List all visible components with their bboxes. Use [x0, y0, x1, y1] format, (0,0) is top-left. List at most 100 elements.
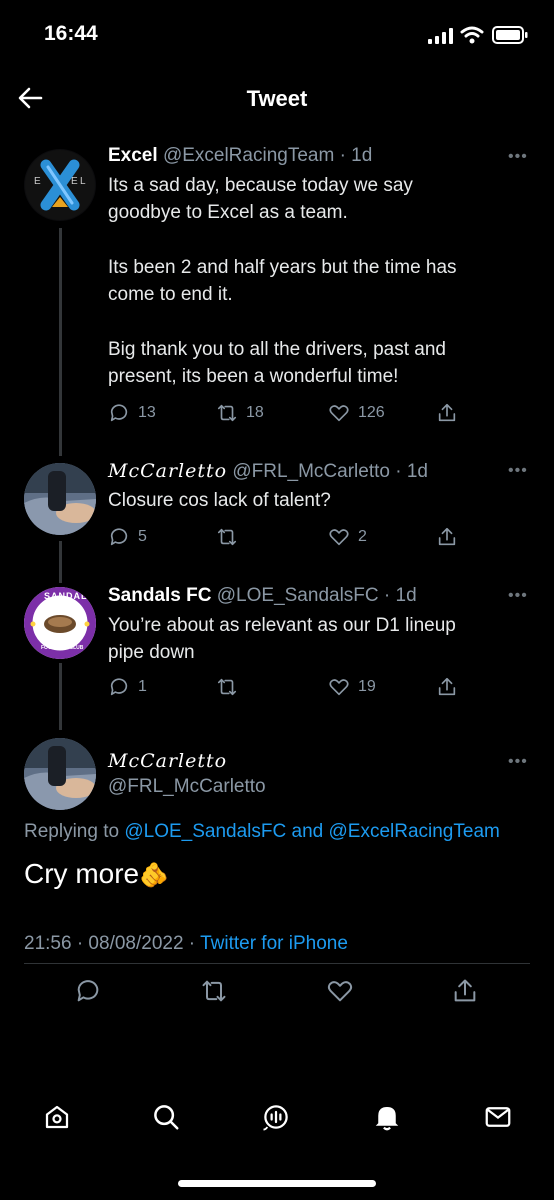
text-line: You’re about as relevant as our D1 lineu…: [108, 615, 456, 636]
notifications-icon[interactable]: [372, 1102, 402, 1132]
tweet-source[interactable]: Twitter for iPhone: [200, 933, 348, 954]
crest-text-bottom: FOOTBALL CLUB: [41, 645, 84, 651]
avatar-letter: L: [80, 176, 86, 187]
thread-connector: [59, 541, 62, 583]
text-line: Big thank you to all the drivers, past a…: [108, 339, 446, 360]
tweet-header: Sandals FC @LOE_SandalsFC · 1d: [108, 585, 417, 607]
like-button[interactable]: 19: [328, 676, 376, 698]
like-count: 2: [358, 528, 367, 545]
share-button[interactable]: [436, 526, 458, 548]
avatar-photo: [24, 463, 96, 535]
tweet-text: You’re about as relevant as our D1 lineu…: [108, 612, 528, 666]
retweet-button[interactable]: 18: [216, 402, 264, 424]
replying-to: Replying to @LOE_SandalsFC and @ExcelRac…: [24, 821, 500, 843]
handle[interactable]: @FRL_McCarletto: [108, 776, 266, 798]
pointing-emoji: 🫵: [139, 862, 170, 889]
display-name[interactable]: Sandals FC: [108, 585, 211, 606]
more-options-icon[interactable]: •••: [508, 462, 528, 480]
reply-icon: [110, 404, 128, 422]
mention-link[interactable]: @LOE_SandalsFC: [124, 821, 286, 842]
avatar-letter: E: [71, 176, 78, 187]
avatar[interactable]: E X E L: [24, 149, 96, 221]
heart-icon[interactable]: [326, 977, 354, 1005]
reply-button[interactable]: 13: [108, 402, 156, 424]
reply-button[interactable]: 5: [108, 526, 147, 548]
retweet-icon: [217, 528, 237, 546]
retweet-button[interactable]: [216, 676, 246, 698]
signal-icon: [428, 28, 453, 44]
retweet-icon: [217, 678, 237, 696]
heart-icon: [329, 405, 349, 422]
tweet-header: Excel @ExcelRacingTeam · 1d: [108, 145, 372, 167]
display-name[interactable]: McCarletto: [108, 460, 227, 482]
timestamp: · 1d: [395, 461, 428, 482]
text-line: come to end it.: [108, 284, 233, 305]
timestamp: · 1d: [339, 145, 373, 166]
status-time: 16:44: [44, 22, 98, 45]
retweet-icon: [217, 404, 237, 422]
share-icon: [438, 403, 456, 422]
share-button[interactable]: [436, 402, 458, 424]
replying-label: Replying to: [24, 821, 120, 842]
avatar-photo: [24, 738, 96, 810]
reply-icon: [110, 528, 128, 546]
like-button[interactable]: 126: [328, 402, 385, 424]
mention-link[interactable]: @ExcelRacingTeam: [328, 821, 499, 842]
retweet-button[interactable]: [216, 526, 246, 548]
tweet-text: Cry more🫵: [24, 858, 169, 890]
reply-count: 13: [138, 404, 156, 421]
tweet-timestamp: 21:56 · 08/08/2022 ·: [24, 933, 196, 954]
page-title: Tweet: [246, 86, 308, 111]
display-name[interactable]: McCarletto: [108, 750, 227, 772]
like-count: 126: [358, 404, 385, 421]
reply-icon: [110, 678, 128, 696]
more-options-icon[interactable]: •••: [508, 753, 528, 771]
share-icon: [438, 677, 456, 696]
more-options-icon[interactable]: •••: [508, 148, 528, 166]
handle[interactable]: @ExcelRacingTeam: [163, 145, 334, 166]
reply-button[interactable]: 1: [108, 676, 147, 698]
tweet-body: Cry more: [24, 858, 140, 889]
wifi-icon: [460, 26, 484, 44]
heart-icon: [329, 679, 349, 696]
like-count: 19: [358, 678, 376, 695]
avatar[interactable]: SANDALS FOOTBALL CLUB: [24, 587, 96, 659]
tweet-header: McCarletto @FRL_McCarletto · 1d: [108, 460, 428, 483]
like-button[interactable]: 2: [328, 526, 367, 548]
text-line: [108, 308, 528, 336]
battery-icon: [492, 26, 528, 44]
tab-bar: [0, 1085, 554, 1145]
tweet-meta: 21:56 · 08/08/2022 · Twitter for iPhone: [24, 933, 348, 955]
text-line: Its a sad day, because today we say: [108, 175, 413, 196]
heart-icon: [329, 529, 349, 546]
reply-icon[interactable]: [74, 977, 102, 1005]
divider: [24, 963, 530, 964]
tweet-text: Its a sad day, because today we say good…: [108, 172, 528, 390]
share-button[interactable]: [436, 676, 458, 698]
avatar[interactable]: [24, 738, 96, 810]
timestamp: · 1d: [383, 585, 417, 606]
tweet-text: Closure cos lack of talent?: [108, 487, 528, 514]
avatar[interactable]: [24, 463, 96, 535]
reply-count: 5: [138, 528, 147, 545]
back-arrow-icon[interactable]: [16, 84, 44, 112]
text-line: Its been 2 and half years but the time h…: [108, 257, 457, 278]
text-line: goodbye to Excel as a team.: [108, 202, 348, 223]
text-line: [108, 226, 528, 254]
retweet-icon[interactable]: [200, 977, 228, 1005]
messages-icon[interactable]: [483, 1102, 513, 1132]
text-line: Closure cos lack of talent?: [108, 490, 331, 511]
search-icon[interactable]: [151, 1102, 181, 1132]
spaces-icon[interactable]: [261, 1102, 291, 1132]
avatar-letter: E: [34, 176, 41, 187]
share-icon[interactable]: [451, 977, 479, 1005]
home-icon[interactable]: [42, 1102, 72, 1132]
display-name[interactable]: Excel: [108, 145, 158, 166]
thread-connector: [59, 663, 62, 730]
handle[interactable]: @LOE_SandalsFC: [217, 585, 379, 606]
replying-and: and: [291, 821, 324, 842]
reply-count: 1: [138, 678, 147, 695]
more-options-icon[interactable]: •••: [508, 587, 528, 605]
handle[interactable]: @FRL_McCarletto: [232, 461, 390, 482]
text-line: present, its been a wonderful time!: [108, 366, 399, 387]
